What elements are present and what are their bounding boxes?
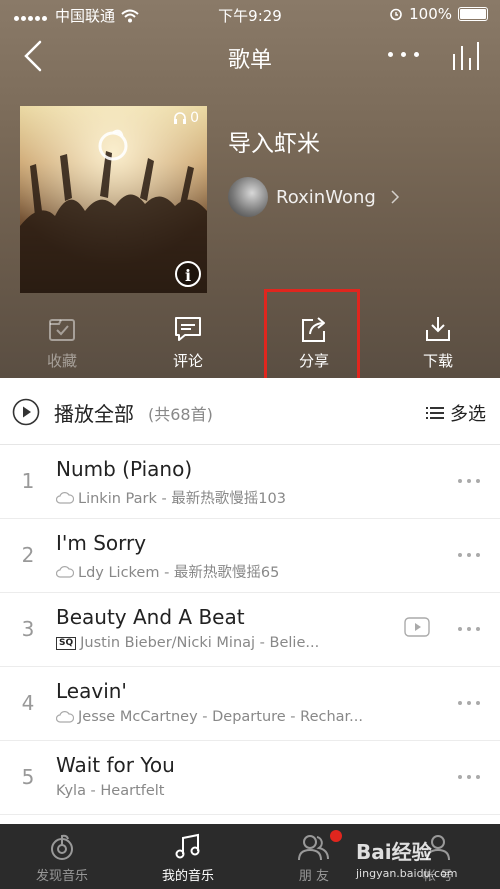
play-all-label[interactable]: 播放全部 bbox=[54, 398, 134, 427]
song-row[interactable]: 5 Wait for You Kyla - Heartfelt bbox=[0, 741, 500, 815]
info-icon[interactable]: i bbox=[175, 261, 201, 287]
song-list: 1 Numb (Piano) Linkin Park - 最新热歌慢摇103 2… bbox=[0, 445, 500, 815]
more-button[interactable] bbox=[388, 52, 426, 62]
alarm-icon bbox=[390, 8, 402, 21]
song-title: Wait for You bbox=[56, 753, 175, 777]
battery-percent: 100% bbox=[409, 5, 452, 23]
playlist-header: 中国联通 下午9:29 100% 歌单 0 i 导入虾米 RoxinWong 收… bbox=[0, 0, 500, 378]
song-row[interactable]: 2 I'm Sorry Ldy Lickem - 最新热歌慢摇65 bbox=[0, 519, 500, 593]
song-title: I'm Sorry bbox=[56, 531, 147, 555]
tab-my-music[interactable]: 我的音乐 bbox=[128, 824, 248, 889]
creator-name[interactable]: RoxinWong bbox=[276, 187, 376, 208]
battery-icon bbox=[458, 7, 488, 21]
play-all-bar[interactable]: 播放全部 (共68首) 多选 bbox=[0, 378, 500, 445]
song-row[interactable]: 3 Beauty And A Beat SQ Justin Bieber/Nic… bbox=[0, 593, 500, 667]
song-row[interactable]: 4 Leavin' Jesse McCartney - Departure - … bbox=[0, 667, 500, 741]
song-more-button[interactable] bbox=[458, 553, 480, 557]
headphones-icon bbox=[174, 112, 187, 124]
notification-dot bbox=[330, 830, 342, 842]
song-meta: SQ Justin Bieber/Nicki Minaj - Belie... bbox=[56, 635, 319, 651]
song-more-button[interactable] bbox=[458, 701, 480, 705]
song-index: 4 bbox=[21, 691, 35, 715]
share-highlight-box bbox=[264, 289, 360, 389]
collect-button[interactable]: 收藏 bbox=[22, 310, 102, 376]
playlist-cover[interactable]: 0 i bbox=[20, 106, 207, 293]
tab-discover[interactable]: 发现音乐 bbox=[2, 824, 122, 889]
song-more-button[interactable] bbox=[458, 479, 480, 483]
netease-logo-icon bbox=[51, 834, 73, 860]
song-index: 1 bbox=[21, 469, 35, 493]
playlist-title[interactable]: 导入虾米 bbox=[228, 124, 320, 158]
song-index: 2 bbox=[21, 543, 35, 567]
now-playing-icon[interactable] bbox=[450, 40, 484, 72]
cloud-icon bbox=[56, 711, 74, 723]
avatar[interactable] bbox=[228, 177, 268, 217]
download-button[interactable]: 下载 bbox=[398, 310, 478, 376]
song-title: Leavin' bbox=[56, 679, 127, 703]
comment-button[interactable]: 评论 bbox=[148, 310, 228, 376]
friends-icon bbox=[298, 835, 329, 861]
list-icon bbox=[426, 407, 444, 419]
cloud-icon bbox=[56, 565, 74, 578]
cloud-icon bbox=[56, 491, 74, 504]
play-count: 0 bbox=[173, 110, 199, 126]
sq-badge: SQ bbox=[56, 636, 77, 650]
song-meta: Linkin Park - 最新热歌慢摇103 bbox=[56, 487, 286, 508]
creator-link[interactable]: RoxinWong bbox=[228, 176, 400, 218]
chevron-right-icon bbox=[391, 190, 399, 204]
multi-select-button[interactable]: 多选 bbox=[426, 400, 486, 426]
nav-bar: 歌单 bbox=[0, 30, 500, 82]
song-title: Numb (Piano) bbox=[56, 457, 193, 481]
song-count: (共68首) bbox=[148, 405, 213, 424]
collect-icon bbox=[49, 319, 75, 341]
song-row[interactable]: 1 Numb (Piano) Linkin Park - 最新热歌慢摇103 bbox=[0, 445, 500, 519]
comment-icon bbox=[175, 317, 201, 341]
music-note-icon bbox=[175, 833, 200, 859]
status-bar: 中国联通 下午9:29 100% bbox=[0, 0, 500, 28]
song-meta: Jesse McCartney - Departure - Rechar... bbox=[56, 709, 363, 725]
song-more-button[interactable] bbox=[458, 775, 480, 779]
song-more-button[interactable] bbox=[458, 627, 480, 631]
mv-play-icon[interactable] bbox=[404, 617, 430, 637]
download-icon bbox=[426, 317, 450, 341]
song-meta: Kyla - Heartfelt bbox=[56, 783, 165, 799]
song-index: 3 bbox=[21, 617, 35, 641]
play-circle-icon[interactable] bbox=[12, 398, 40, 426]
watermark: Bai经验 jingyan.baidu.com bbox=[356, 840, 458, 880]
song-meta: Ldy Lickem - 最新热歌慢摇65 bbox=[56, 561, 279, 582]
action-bar: 收藏 评论 分享 下载 bbox=[0, 310, 500, 376]
song-index: 5 bbox=[21, 765, 35, 789]
song-title: Beauty And A Beat bbox=[56, 605, 245, 629]
